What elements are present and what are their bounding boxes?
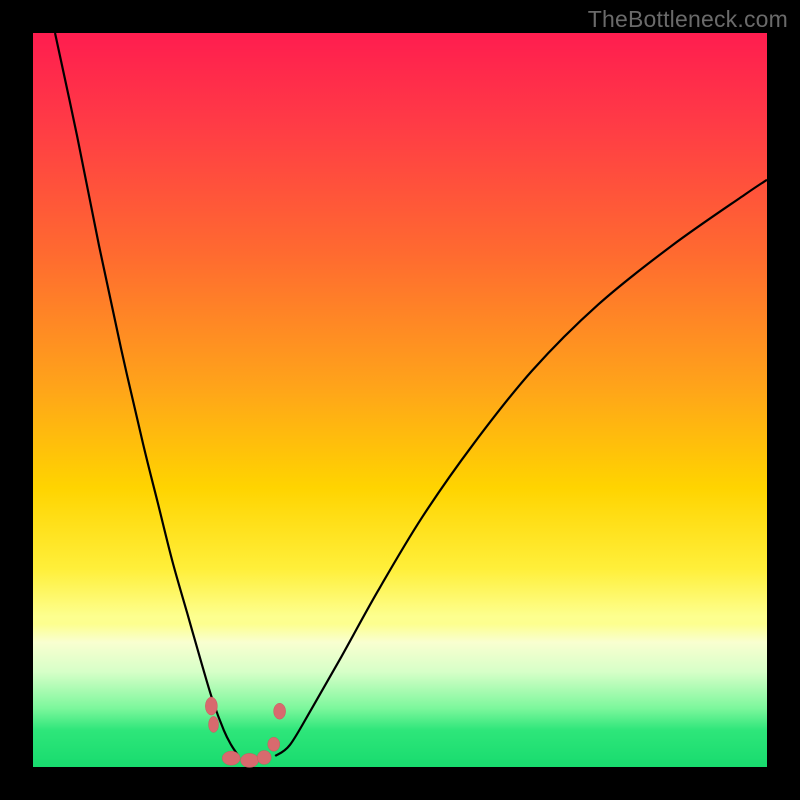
- right-curve: [275, 180, 767, 756]
- marker-blob: [241, 753, 259, 767]
- curve-group: [55, 33, 767, 756]
- marker-cluster: [205, 697, 285, 767]
- marker-blob: [268, 737, 280, 751]
- chart-overlay: [33, 33, 767, 767]
- marker-blob: [205, 697, 217, 715]
- watermark-text: TheBottleneck.com: [588, 6, 788, 33]
- marker-blob: [274, 703, 286, 719]
- marker-blob: [257, 750, 271, 764]
- chart-frame: TheBottleneck.com: [0, 0, 800, 800]
- left-curve: [55, 33, 239, 756]
- marker-blob: [209, 716, 219, 732]
- marker-blob: [222, 751, 240, 765]
